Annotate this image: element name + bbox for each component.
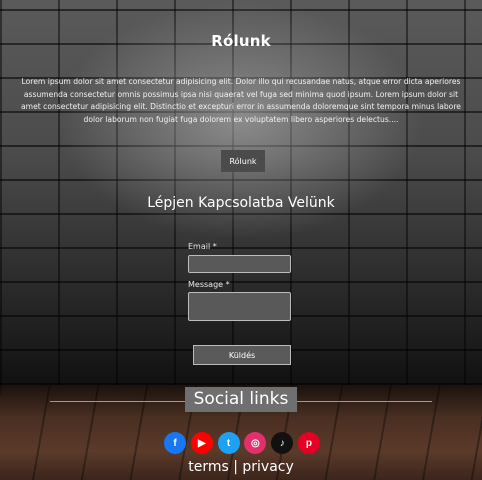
divider-left xyxy=(50,401,185,402)
email-field[interactable] xyxy=(188,255,291,273)
twitter-icon[interactable]: t xyxy=(217,432,240,454)
footer-links: terms | privacy xyxy=(0,459,482,475)
social-icons-row: f ▶ t ◎ ♪ p xyxy=(164,432,320,454)
message-field[interactable] xyxy=(188,292,291,321)
divider-right xyxy=(297,401,432,402)
youtube-icon[interactable]: ▶ xyxy=(190,432,213,454)
contact-title: Lépjen Kapcsolatba Velünk xyxy=(147,195,335,211)
footer-separator: | xyxy=(233,459,238,475)
social-links-title: Social links xyxy=(185,387,297,412)
page-content: Rólunk Lorem ipsum dolor sit amet consec… xyxy=(0,0,482,480)
instagram-icon[interactable]: ◎ xyxy=(244,432,267,454)
about-button[interactable]: Rólunk xyxy=(221,150,265,172)
submit-button[interactable]: Küldés xyxy=(193,345,291,365)
message-label: Message * xyxy=(188,280,230,289)
facebook-icon[interactable]: f xyxy=(164,432,186,454)
pinterest-icon[interactable]: p xyxy=(297,432,320,454)
tiktok-icon[interactable]: ♪ xyxy=(271,432,294,454)
privacy-link[interactable]: privacy xyxy=(242,459,293,475)
terms-link[interactable]: terms xyxy=(188,459,229,475)
email-label: Email * xyxy=(188,242,217,251)
about-text: Lorem ipsum dolor sit amet consectetur a… xyxy=(21,77,461,124)
about-title: Rólunk xyxy=(211,32,271,50)
